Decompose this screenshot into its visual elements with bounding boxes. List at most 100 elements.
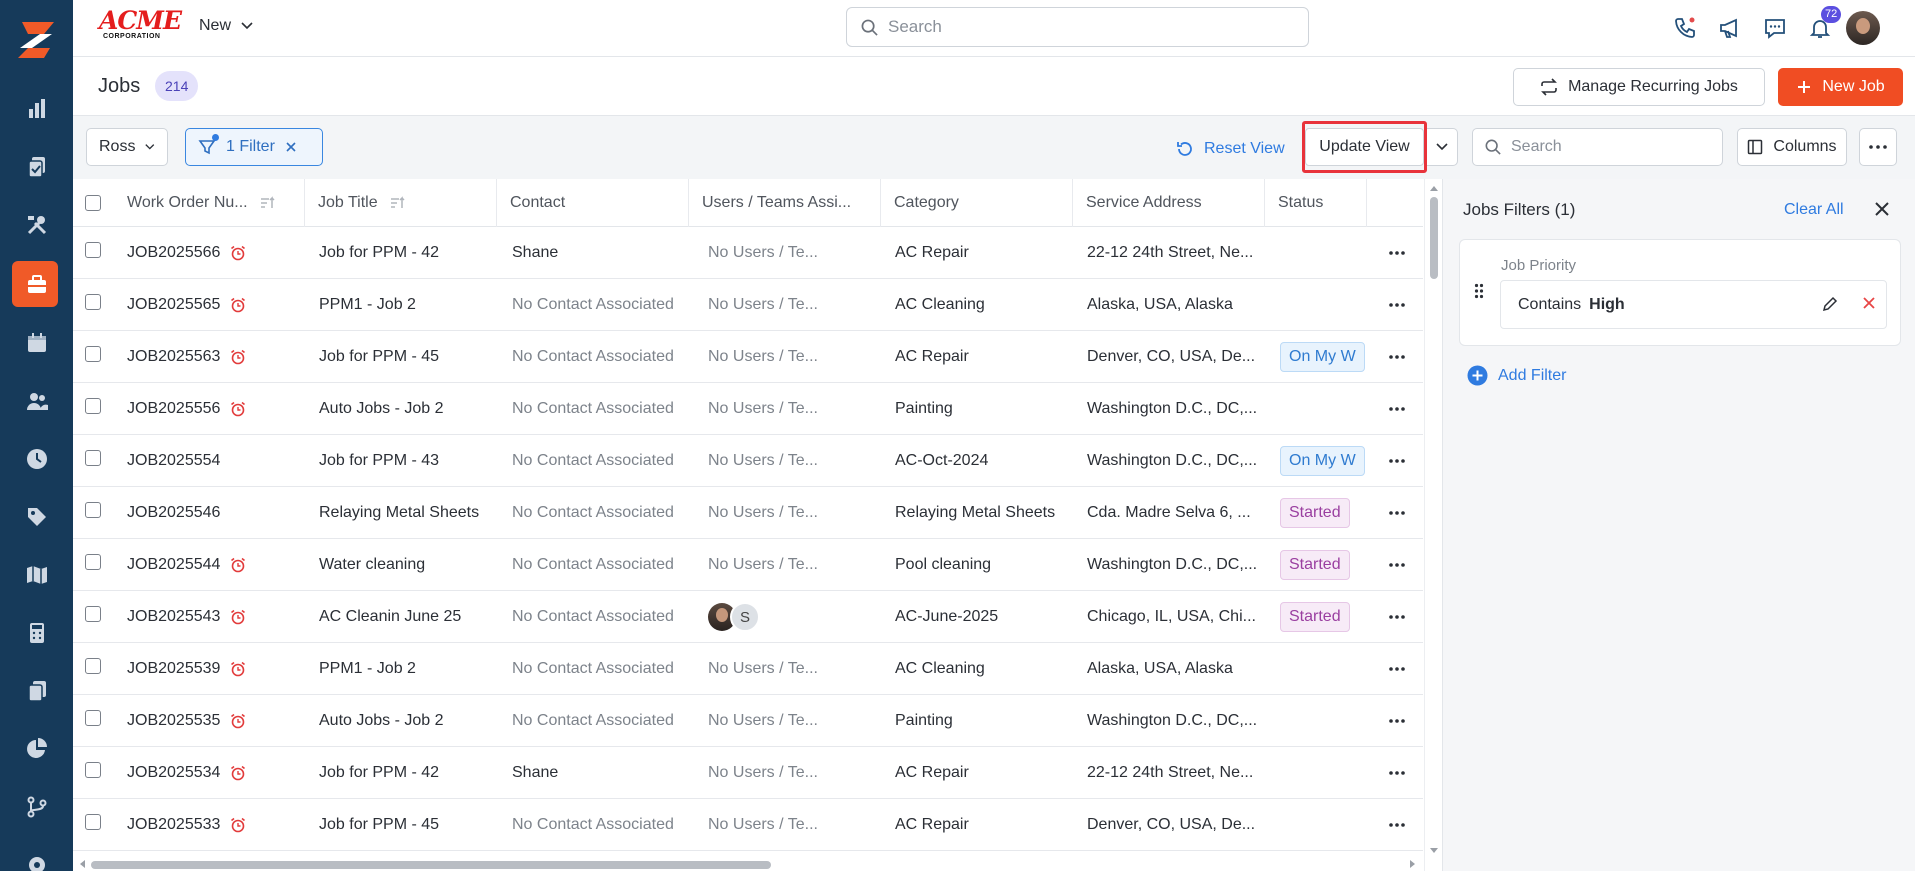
job-title-cell[interactable]: PPM1 - Job 2: [319, 279, 495, 331]
row-checkbox[interactable]: [85, 398, 101, 414]
job-title-cell[interactable]: Auto Jobs - Job 2: [319, 695, 495, 747]
row-actions-button[interactable]: [1384, 656, 1410, 682]
column-header-service-address[interactable]: Service Address: [1073, 179, 1265, 227]
nav-workflows[interactable]: [0, 778, 73, 836]
row-actions-button[interactable]: [1384, 760, 1410, 786]
column-header-work-order[interactable]: Work Order Nu...: [114, 179, 305, 227]
job-title-cell[interactable]: Job for PPM - 42: [319, 227, 495, 279]
saved-view-dropdown[interactable]: Ross: [86, 128, 168, 166]
select-all-checkbox[interactable]: [85, 195, 101, 211]
table-row[interactable]: JOB2025546 Relaying Metal Sheets No Contac…: [73, 487, 1423, 539]
work-order-cell[interactable]: JOB2025544: [127, 539, 305, 591]
row-checkbox[interactable]: [85, 658, 101, 674]
work-order-cell[interactable]: JOB2025533: [127, 799, 305, 851]
table-row[interactable]: JOB2025565 PPM1 - Job 2 No Contact Associa…: [73, 279, 1423, 331]
global-search-input[interactable]: [888, 17, 1268, 37]
job-title-cell[interactable]: PPM1 - Job 2: [319, 643, 495, 695]
nav-calendar[interactable]: [0, 314, 73, 372]
new-job-button[interactable]: New Job: [1778, 68, 1903, 106]
columns-button[interactable]: Columns: [1737, 128, 1847, 166]
vertical-scroll-thumb[interactable]: [1430, 197, 1438, 279]
job-title-cell[interactable]: Job for PPM - 43: [319, 435, 495, 487]
update-view-button[interactable]: Update View: [1305, 128, 1424, 166]
work-order-cell[interactable]: JOB2025565: [127, 279, 305, 331]
row-checkbox[interactable]: [85, 554, 101, 570]
update-view-options-button[interactable]: [1427, 128, 1458, 166]
nav-settings[interactable]: [0, 836, 73, 871]
row-checkbox[interactable]: [85, 606, 101, 622]
row-checkbox[interactable]: [85, 450, 101, 466]
nav-analytics[interactable]: [0, 720, 73, 778]
reset-view-button[interactable]: Reset View: [1176, 140, 1285, 158]
table-row[interactable]: JOB2025554 Job for PPM - 43 No Contact Ass…: [73, 435, 1423, 487]
row-checkbox[interactable]: [85, 502, 101, 518]
work-order-cell[interactable]: JOB2025566: [127, 227, 305, 279]
job-title-cell[interactable]: Job for PPM - 42: [319, 747, 495, 799]
row-checkbox[interactable]: [85, 242, 101, 258]
work-order-cell[interactable]: JOB2025534: [127, 747, 305, 799]
nav-estimates[interactable]: [0, 604, 73, 662]
nav-tools[interactable]: [0, 196, 73, 254]
work-order-cell[interactable]: JOB2025556: [127, 383, 305, 435]
nav-map[interactable]: [0, 546, 73, 604]
row-actions-button[interactable]: [1384, 812, 1410, 838]
table-row[interactable]: JOB2025534 Job for PPM - 42 Shane No Users …: [73, 747, 1423, 799]
job-title-cell[interactable]: Job for PPM - 45: [319, 799, 495, 851]
job-title-cell[interactable]: AC Cleanin June 25: [319, 591, 495, 643]
manage-recurring-jobs-button[interactable]: Manage Recurring Jobs: [1513, 68, 1765, 106]
drag-handle-icon[interactable]: [1474, 283, 1484, 299]
clear-all-filters-link[interactable]: Clear All: [1784, 201, 1844, 219]
row-checkbox[interactable]: [85, 814, 101, 830]
filter-condition[interactable]: Contains High: [1500, 280, 1887, 329]
table-row[interactable]: JOB2025566 Job for PPM - 42 Shane No Users …: [73, 227, 1423, 279]
column-header-job-title[interactable]: Job Title: [305, 179, 497, 227]
grid-search-box[interactable]: [1472, 128, 1723, 166]
nav-reports[interactable]: [0, 80, 73, 138]
table-row[interactable]: JOB2025556 Auto Jobs - Job 2 No Contact As…: [73, 383, 1423, 435]
row-actions-button[interactable]: [1384, 240, 1410, 266]
row-actions-button[interactable]: [1384, 396, 1410, 422]
active-filter-chip[interactable]: 1 Filter: [185, 128, 323, 166]
toolbar-more-button[interactable]: [1859, 128, 1897, 166]
work-order-cell[interactable]: JOB2025535: [127, 695, 305, 747]
row-actions-button[interactable]: [1384, 604, 1410, 630]
nav-jobs[interactable]: [0, 256, 73, 314]
work-order-cell[interactable]: JOB2025554: [127, 435, 305, 487]
job-title-cell[interactable]: Water cleaning: [319, 539, 495, 591]
column-header-contact[interactable]: Contact: [497, 179, 689, 227]
row-checkbox[interactable]: [85, 710, 101, 726]
row-checkbox[interactable]: [85, 294, 101, 310]
nav-customers[interactable]: [0, 372, 73, 430]
table-row[interactable]: JOB2025543 AC Cleanin June 25 No Contact A…: [73, 591, 1423, 643]
phone-button[interactable]: [1662, 10, 1707, 46]
nav-timesheets[interactable]: [0, 430, 73, 488]
table-row[interactable]: JOB2025533 Job for PPM - 45 No Contact Ass…: [73, 799, 1423, 851]
table-row[interactable]: JOB2025563 Job for PPM - 45 No Contact Ass…: [73, 331, 1423, 383]
row-actions-button[interactable]: [1384, 708, 1410, 734]
column-header-category[interactable]: Category: [881, 179, 1073, 227]
remove-filter-icon[interactable]: [1861, 295, 1877, 311]
close-icon[interactable]: [1872, 199, 1892, 219]
row-actions-button[interactable]: [1384, 344, 1410, 370]
row-actions-button[interactable]: [1384, 292, 1410, 318]
job-title-cell[interactable]: Job for PPM - 45: [319, 331, 495, 383]
assigned-users-cell[interactable]: S: [708, 591, 888, 643]
global-search-box[interactable]: [846, 7, 1309, 47]
column-header-users-teams[interactable]: Users / Teams Assi...: [689, 179, 881, 227]
job-title-cell[interactable]: Relaying Metal Sheets: [319, 487, 495, 539]
messages-button[interactable]: [1752, 10, 1797, 46]
notifications-button[interactable]: 72: [1797, 6, 1842, 46]
grid-vertical-scrollbar[interactable]: [1424, 179, 1442, 871]
table-row[interactable]: JOB2025539 PPM1 - Job 2 No Contact Associa…: [73, 643, 1423, 695]
row-checkbox[interactable]: [85, 346, 101, 362]
horizontal-scroll-thumb[interactable]: [91, 861, 771, 869]
user-avatar[interactable]: [1846, 11, 1880, 45]
grid-horizontal-scrollbar[interactable]: [73, 856, 1424, 871]
row-checkbox[interactable]: [85, 762, 101, 778]
add-filter-button[interactable]: Add Filter: [1467, 365, 1566, 386]
row-actions-button[interactable]: [1384, 500, 1410, 526]
row-actions-button[interactable]: [1384, 448, 1410, 474]
edit-pencil-icon[interactable]: [1821, 295, 1839, 313]
nav-quotes[interactable]: [0, 138, 73, 196]
nav-documents[interactable]: [0, 662, 73, 720]
